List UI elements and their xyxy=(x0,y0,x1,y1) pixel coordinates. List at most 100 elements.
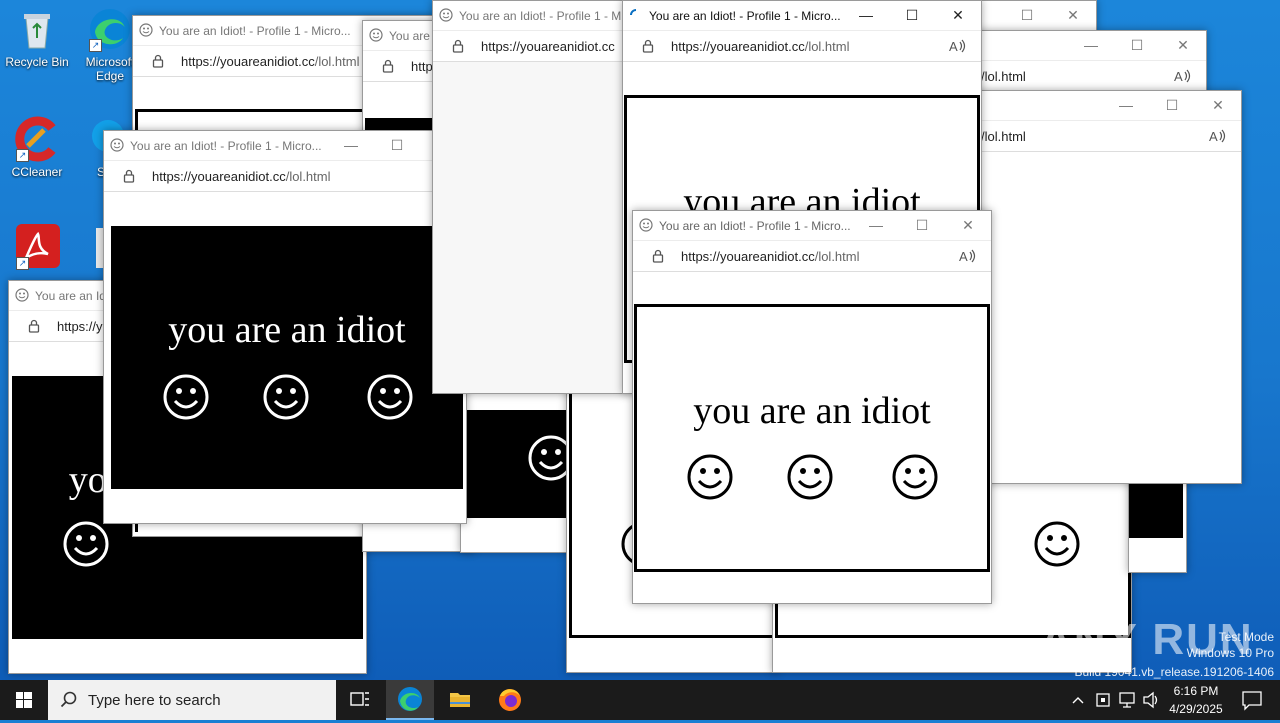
close-button[interactable]: ✕ xyxy=(935,1,981,30)
read-aloud-icon[interactable]: A xyxy=(1209,128,1227,144)
window-title: You are an Idiot! - Profile 1 - Micro... xyxy=(649,9,841,23)
smiley-favicon-icon xyxy=(110,138,124,152)
address-bar[interactable]: https://youareanidiot.cc xyxy=(433,31,629,62)
url-path: /lol.html xyxy=(804,39,850,54)
title-bar[interactable]: You are an Idiot! - Profile 1 - Micro... xyxy=(433,1,629,31)
read-aloud-icon[interactable]: A xyxy=(1174,68,1192,84)
url-host: https://youareanidiot.cc xyxy=(481,39,615,54)
address-bar[interactable]: /lol.html A xyxy=(941,121,1241,152)
idiot-text: you are an idiot xyxy=(168,309,406,351)
network-button[interactable] xyxy=(1116,680,1138,720)
address-bar[interactable]: https://youareanidiot.cc/lol.html A xyxy=(623,31,981,62)
svg-text:A: A xyxy=(949,39,958,54)
minimize-button[interactable]: — xyxy=(328,131,374,160)
search-input[interactable]: Type here to search xyxy=(48,680,336,720)
svg-text:A: A xyxy=(1209,129,1218,144)
taskbar-edge-button[interactable] xyxy=(386,680,434,720)
smiley-face-icon xyxy=(787,454,833,500)
lock-icon xyxy=(452,39,464,53)
desktop-icon-label: Recycle Bin xyxy=(5,55,69,69)
maximize-button[interactable]: ☐ xyxy=(889,1,935,30)
windows-logo-icon xyxy=(16,692,32,708)
smiley-face-icon xyxy=(263,374,309,420)
network-icon xyxy=(1119,692,1135,708)
title-bar[interactable]: — ☐ ✕ xyxy=(941,91,1241,121)
task-view-button[interactable] xyxy=(336,680,384,720)
lock-icon xyxy=(382,59,394,73)
loading-spinner-icon xyxy=(630,9,637,16)
smiley-face-icon xyxy=(687,454,733,500)
address-bar[interactable]: https://youareanidiot.cc/lol.html xyxy=(104,161,466,192)
tray-app-button[interactable] xyxy=(1092,680,1114,720)
smiley-face-icon xyxy=(892,454,938,500)
maximize-button[interactable]: ☐ xyxy=(1114,31,1160,60)
close-button[interactable]: ✕ xyxy=(1050,1,1096,30)
maximize-button[interactable]: ☐ xyxy=(1004,1,1050,30)
lock-icon xyxy=(28,319,40,333)
close-button[interactable]: ✕ xyxy=(945,211,991,240)
volume-button[interactable] xyxy=(1140,680,1162,720)
ccleaner-icon: ↗ xyxy=(14,116,60,162)
title-bar[interactable]: You are an Idiot! - Profile 1 - Micro...… xyxy=(633,211,991,241)
minimize-button[interactable]: — xyxy=(853,211,899,240)
idiot-panel xyxy=(1129,480,1183,538)
taskbar-file-explorer-button[interactable] xyxy=(436,680,484,720)
clock-date[interactable]: 4/29/2025 xyxy=(1162,702,1230,716)
browser-window[interactable]: You are an Idiot! - Profile 1 - Micro...… xyxy=(432,0,630,394)
url-text: https://youareanidiot.cc/lol.html xyxy=(181,54,360,69)
smiley-favicon-icon xyxy=(639,218,653,232)
show-hidden-icons-button[interactable] xyxy=(1068,680,1088,720)
desktop-icon-label: CCleaner xyxy=(11,165,63,179)
start-button[interactable] xyxy=(0,680,48,720)
browser-window[interactable] xyxy=(1128,470,1187,573)
test-mode-label: Test Mode xyxy=(1218,630,1274,644)
windows-edition-label: Windows 10 Pro xyxy=(1186,646,1274,660)
idiot-panel: you are an idiot xyxy=(111,226,463,489)
idiot-panel: you are an idiot xyxy=(634,304,990,572)
url-path: /lol.html xyxy=(981,69,1026,84)
read-aloud-icon[interactable]: A xyxy=(959,248,977,264)
desktop-icon-recycle-bin[interactable]: Recycle Bin xyxy=(0,6,74,69)
maximize-button[interactable]: ☐ xyxy=(374,131,420,160)
maximize-button[interactable]: ☐ xyxy=(1149,91,1195,120)
task-view-icon xyxy=(350,692,369,706)
url-host: https://youareanidiot.cc xyxy=(671,39,805,54)
build-label: Build 19041.vb_release.191206-1406 xyxy=(1074,665,1275,679)
window-title: You are an Idiot! - Profile 1 - Micro... xyxy=(130,139,322,153)
url-path: /lol.html xyxy=(814,249,860,264)
title-bar[interactable]: You are an Idiot! - Profile 1 - Micro...… xyxy=(104,131,466,161)
minimize-button[interactable]: — xyxy=(1103,91,1149,120)
idiot-panel xyxy=(461,410,574,518)
address-bar[interactable]: https://youareanidiot.cc/lol.html A xyxy=(633,241,991,272)
lock-icon xyxy=(123,169,135,183)
notifications-button[interactable] xyxy=(1232,680,1272,720)
url-text: /lol.html xyxy=(981,69,1026,84)
url-text: https://youareanidiot.cc xyxy=(481,39,615,54)
title-bar[interactable]: You are an Idiot! - Profile 1 - Micro...… xyxy=(623,1,981,31)
close-button[interactable]: ✕ xyxy=(1195,91,1241,120)
browser-window[interactable] xyxy=(460,380,582,553)
url-path: /lol.html xyxy=(285,169,331,184)
browser-window-front[interactable]: You are an Idiot! - Profile 1 - Micro...… xyxy=(632,210,992,604)
acrobat-icon: ↗ xyxy=(14,224,60,270)
taskbar: Type here to search 6:16 PM 4/29/2025 xyxy=(0,680,1280,720)
maximize-button[interactable]: ☐ xyxy=(899,211,945,240)
folder-icon xyxy=(450,693,470,707)
desktop: Recycle Bin ↗ Microsoft Edge ↗ CCleaner … xyxy=(0,0,1280,680)
read-aloud-icon[interactable]: A xyxy=(949,38,967,54)
url-text: /lol.html xyxy=(981,129,1026,144)
smiley-face-icon xyxy=(1034,521,1080,567)
shortcut-arrow-icon: ↗ xyxy=(16,257,29,270)
url-host: https://youareanidiot.cc xyxy=(681,249,815,264)
minimize-button[interactable]: — xyxy=(1068,31,1114,60)
search-icon xyxy=(60,691,77,708)
search-placeholder: Type here to search xyxy=(88,692,221,709)
browser-window[interactable]: You are an Idiot! - Profile 1 - Micro...… xyxy=(103,130,467,524)
desktop-icon-ccleaner[interactable]: ↗ CCleaner xyxy=(0,116,74,179)
minimize-button[interactable]: — xyxy=(843,1,889,30)
taskbar-firefox-button[interactable] xyxy=(486,680,534,720)
smiley-favicon-icon xyxy=(139,23,153,37)
clock-time[interactable]: 6:16 PM xyxy=(1162,684,1230,698)
close-button[interactable]: ✕ xyxy=(1160,31,1206,60)
desktop-icon-acrobat[interactable]: ↗ xyxy=(0,224,74,273)
